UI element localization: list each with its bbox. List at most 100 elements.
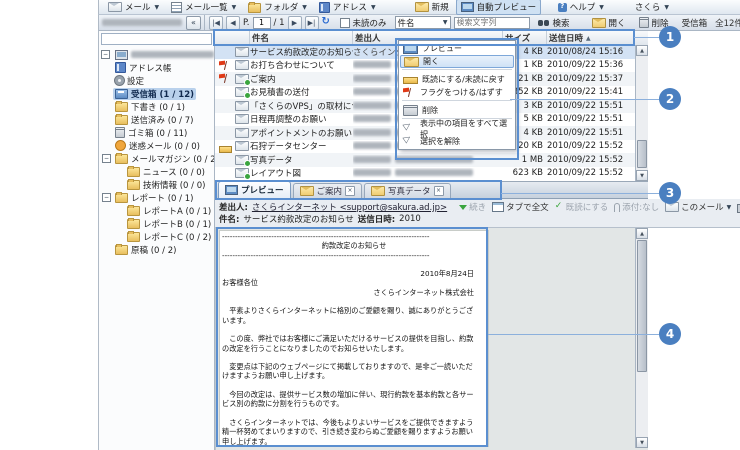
toolbar-button[interactable]: さくら▼ (615, 0, 674, 15)
folder-tree-item[interactable]: − ニュース (0 / 0) (99, 165, 214, 178)
redacted-sender-email (395, 156, 473, 163)
toolbar-button[interactable]: フォルダ▼ (243, 0, 312, 15)
mail-list-row[interactable]: 写真データ 1 MB 2010/09/22 15:52 (215, 153, 635, 167)
folder-tree-item[interactable]: − レポートB (0 / 1) (99, 217, 214, 230)
preview-tab[interactable]: 写真データ × (364, 183, 451, 198)
folder-tree-item[interactable]: − 原稿 (0 / 2) (99, 243, 214, 256)
collapse-expander-icon[interactable]: − (102, 193, 111, 202)
message-action-button[interactable]: 添付:なし ▼ (614, 201, 659, 213)
folder-tree-item[interactable]: − アドレス帳 (99, 61, 214, 74)
context-menu-item[interactable] (402, 100, 512, 103)
chevron-down-icon: ▼ (599, 4, 604, 11)
close-tab-icon[interactable]: × (434, 186, 444, 196)
message-scrollbar[interactable]: ▲ ▼ (635, 228, 648, 448)
open-mail-icon (592, 18, 606, 28)
folder-tree-item[interactable]: − レポート (0 / 1) (99, 191, 214, 204)
callout-line (488, 334, 659, 335)
open-mail-button[interactable]: 開く (587, 15, 631, 31)
folder-tree-item[interactable]: − 設定 (99, 74, 214, 87)
preview-tab[interactable]: ご案内 × (293, 183, 363, 198)
folder-tree-item[interactable]: − 技術情報 (0 / 0) (99, 178, 214, 191)
column-subject[interactable]: 件名 (250, 31, 353, 45)
folder-icon (127, 232, 140, 242)
redacted-account-address (131, 51, 214, 58)
preview-tab[interactable]: プレビュー (218, 181, 291, 198)
menu-item-icon (403, 137, 416, 146)
menu-item-label: フラグをつける/はずす (420, 87, 503, 98)
last-page-button[interactable]: ▶| (305, 16, 319, 30)
account-root-node[interactable]: − (99, 48, 214, 61)
toolbar-button[interactable]: 自動プレビュー▼ (456, 0, 542, 15)
folder-tree-item[interactable]: − 受信箱 (1 / 12) (99, 87, 214, 100)
collapse-sidebar-button[interactable]: « (186, 16, 201, 30)
row-gutter (215, 140, 235, 154)
body-line: さくらインターネットでは、今後もよりよいサービスをご提供できますよう (222, 418, 486, 427)
folder-tree-item[interactable]: − メールマガジン (0 / 2) (99, 152, 214, 165)
context-menu-item[interactable]: 既読にする/未読に戻す (400, 73, 514, 86)
scrollbar-thumb[interactable] (637, 240, 647, 372)
collapse-expander-icon[interactable]: − (102, 154, 111, 163)
context-menu-item[interactable]: 開く (400, 55, 514, 68)
folder-tree-item[interactable]: − 下書き (0 / 1) (99, 100, 214, 113)
scroll-up-icon[interactable]: ▲ (636, 228, 648, 239)
folder-tree-item[interactable]: − ゴミ箱 (0 / 11) (99, 126, 214, 139)
toolbar-button[interactable]: アドレス▼ (314, 0, 381, 15)
toolbar-button[interactable]: ヘルプ▼ (553, 0, 609, 15)
callout-number: 1 (659, 26, 681, 48)
folder-icon (115, 154, 128, 164)
folder-icon (127, 206, 140, 216)
mail-list-row[interactable]: レイアウト図 623 KB 2010/09/22 15:52 (215, 167, 635, 181)
redacted-sender-name (353, 115, 391, 122)
context-menu-item[interactable] (402, 69, 512, 72)
context-menu-item[interactable]: フラグをつける/はずす (400, 86, 514, 99)
column-date[interactable]: 送信日時▲ (547, 31, 622, 45)
page-number-input[interactable] (253, 17, 271, 29)
toolbar-button[interactable]: ▼ (383, 1, 408, 14)
mail-sender (353, 155, 503, 165)
context-menu-item[interactable]: 削除 (400, 104, 514, 117)
redacted-sender-email (395, 169, 473, 176)
unread-only-checkbox[interactable] (340, 18, 350, 28)
menu-item-label: プレビュー (422, 43, 462, 54)
first-page-button[interactable]: |◀ (209, 16, 223, 30)
folder-tree-item[interactable]: − レポートA (0 / 1) (99, 204, 214, 217)
folder-tree-item[interactable]: − 送信済み (0 / 7) (99, 113, 214, 126)
message-subject: サービス約款改定のお知らせ (243, 213, 353, 225)
next-page-button[interactable]: ▶ (288, 16, 302, 30)
toolbar-button-icon (558, 3, 567, 12)
sender-link[interactable]: さくらインターネット <support@sakura.ad.jp> (252, 201, 447, 213)
search-button[interactable]: 検索 (533, 15, 575, 31)
envelope-icon (235, 155, 249, 165)
folder-filter-box[interactable] (101, 33, 212, 45)
refresh-icon[interactable] (322, 18, 332, 28)
mail-date: 2010/09/22 15:52 (547, 168, 622, 178)
envelope-icon (235, 168, 249, 178)
folder-icon (115, 102, 128, 112)
folder-tree-item[interactable]: − 迷惑メール (0 / 0) (99, 139, 214, 152)
scroll-down-icon[interactable]: ▼ (636, 437, 648, 448)
context-menu-item[interactable]: 表示中の項目をすべて選択 (400, 122, 514, 135)
context-menu-item[interactable]: プレビュー (400, 42, 514, 55)
collapse-expander-icon[interactable]: − (101, 50, 110, 59)
toolbar-button[interactable]: メール一覧▼ (166, 0, 241, 15)
preview-tab-strip: プレビュー ご案内 × 写真データ × (215, 181, 648, 199)
mail-date: 2010/09/22 15:51 (547, 114, 622, 124)
folder-tree-item[interactable]: − レポートC (0 / 2) (99, 230, 214, 243)
scrollbar-thumb[interactable] (637, 140, 647, 168)
toolbar-button[interactable]: メール▼ (103, 0, 164, 15)
message-action-button[interactable]: タブで全文 ▼ (492, 201, 549, 213)
toolbar-button[interactable]: 新規▼ (410, 0, 454, 15)
scroll-up-icon[interactable]: ▲ (636, 45, 648, 56)
folder-label: レポートA (0 / 1) (143, 205, 211, 217)
message-action-button[interactable]: 既読にする ▼ (555, 201, 609, 213)
folder-label: メールマガジン (0 / 2) (131, 153, 214, 165)
search-field-select[interactable]: 件名▼ (395, 16, 451, 29)
mail-list-scrollbar[interactable]: ▲ ▼ (635, 45, 648, 181)
message-action-button[interactable]: 続き ▼ (459, 201, 486, 213)
prev-page-button[interactable]: ◀ (226, 16, 240, 30)
message-date: 2010 (399, 214, 421, 224)
body-line (222, 381, 486, 390)
close-tab-icon[interactable]: × (345, 186, 355, 196)
search-input[interactable] (454, 17, 530, 29)
scroll-down-icon[interactable]: ▼ (636, 170, 648, 181)
